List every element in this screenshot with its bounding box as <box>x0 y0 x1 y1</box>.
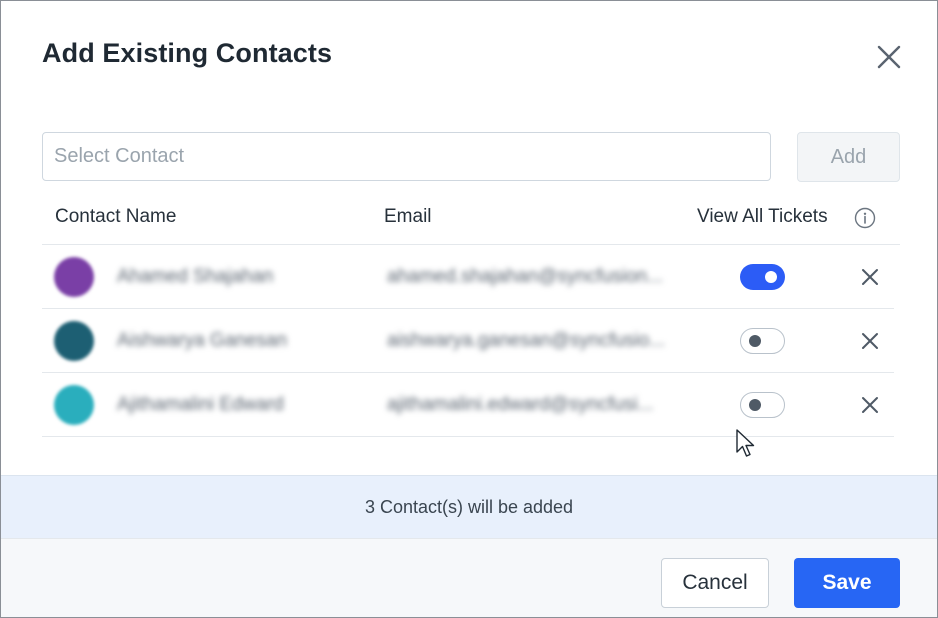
remove-contact-icon[interactable] <box>859 266 881 288</box>
row-divider <box>42 436 894 437</box>
column-header-view-all-tickets: View All Tickets <box>697 206 828 227</box>
contact-row: Ahamed Shajahan ahamed.shajahan@syncfusio… <box>42 245 894 309</box>
column-header-contact-name: Contact Name <box>55 206 177 227</box>
avatar <box>54 385 94 425</box>
summary-text: 3 Contact(s) will be added <box>364 496 574 517</box>
toggle-knob <box>765 271 777 283</box>
summary-bar: 3 Contact(s) will be added <box>1 475 937 538</box>
contact-row: Aishwarya Ganesan aishwarya.ganesan@syncf… <box>42 309 894 373</box>
add-button[interactable]: Add <box>797 132 900 182</box>
save-button[interactable]: Save <box>794 558 900 608</box>
remove-contact-icon[interactable] <box>859 330 881 352</box>
avatar <box>54 321 94 361</box>
toggle-knob <box>749 399 761 411</box>
contact-name: Aishwarya Ganesan <box>117 330 288 351</box>
cancel-button[interactable]: Cancel <box>661 558 769 608</box>
select-contact-input[interactable] <box>42 132 771 181</box>
column-header-email: Email <box>384 206 432 227</box>
avatar <box>54 257 94 297</box>
remove-contact-icon[interactable] <box>859 394 881 416</box>
close-icon[interactable] <box>873 41 905 73</box>
add-existing-contacts-dialog: Add Existing Contacts Add Contact Name E… <box>0 0 938 618</box>
dialog-footer: Cancel Save <box>1 538 937 617</box>
contact-email: ajithamalini.edward@syncfusi... <box>387 394 654 415</box>
mouse-cursor-icon <box>736 429 755 457</box>
info-icon[interactable] <box>854 207 876 229</box>
view-all-tickets-toggle[interactable] <box>740 328 785 354</box>
view-all-tickets-toggle[interactable] <box>740 264 785 290</box>
view-all-tickets-toggle[interactable] <box>740 392 785 418</box>
contact-email: ahamed.shajahan@syncfusion... <box>387 266 663 287</box>
contact-email: aishwarya.ganesan@syncfusio... <box>387 330 666 351</box>
toggle-knob <box>749 335 761 347</box>
contact-name: Ajithamalini Edward <box>117 394 284 415</box>
contact-name: Ahamed Shajahan <box>117 266 274 287</box>
dialog-title: Add Existing Contacts <box>42 38 333 68</box>
contact-row: Ajithamalini Edward ajithamalini.edward@s… <box>42 373 894 437</box>
